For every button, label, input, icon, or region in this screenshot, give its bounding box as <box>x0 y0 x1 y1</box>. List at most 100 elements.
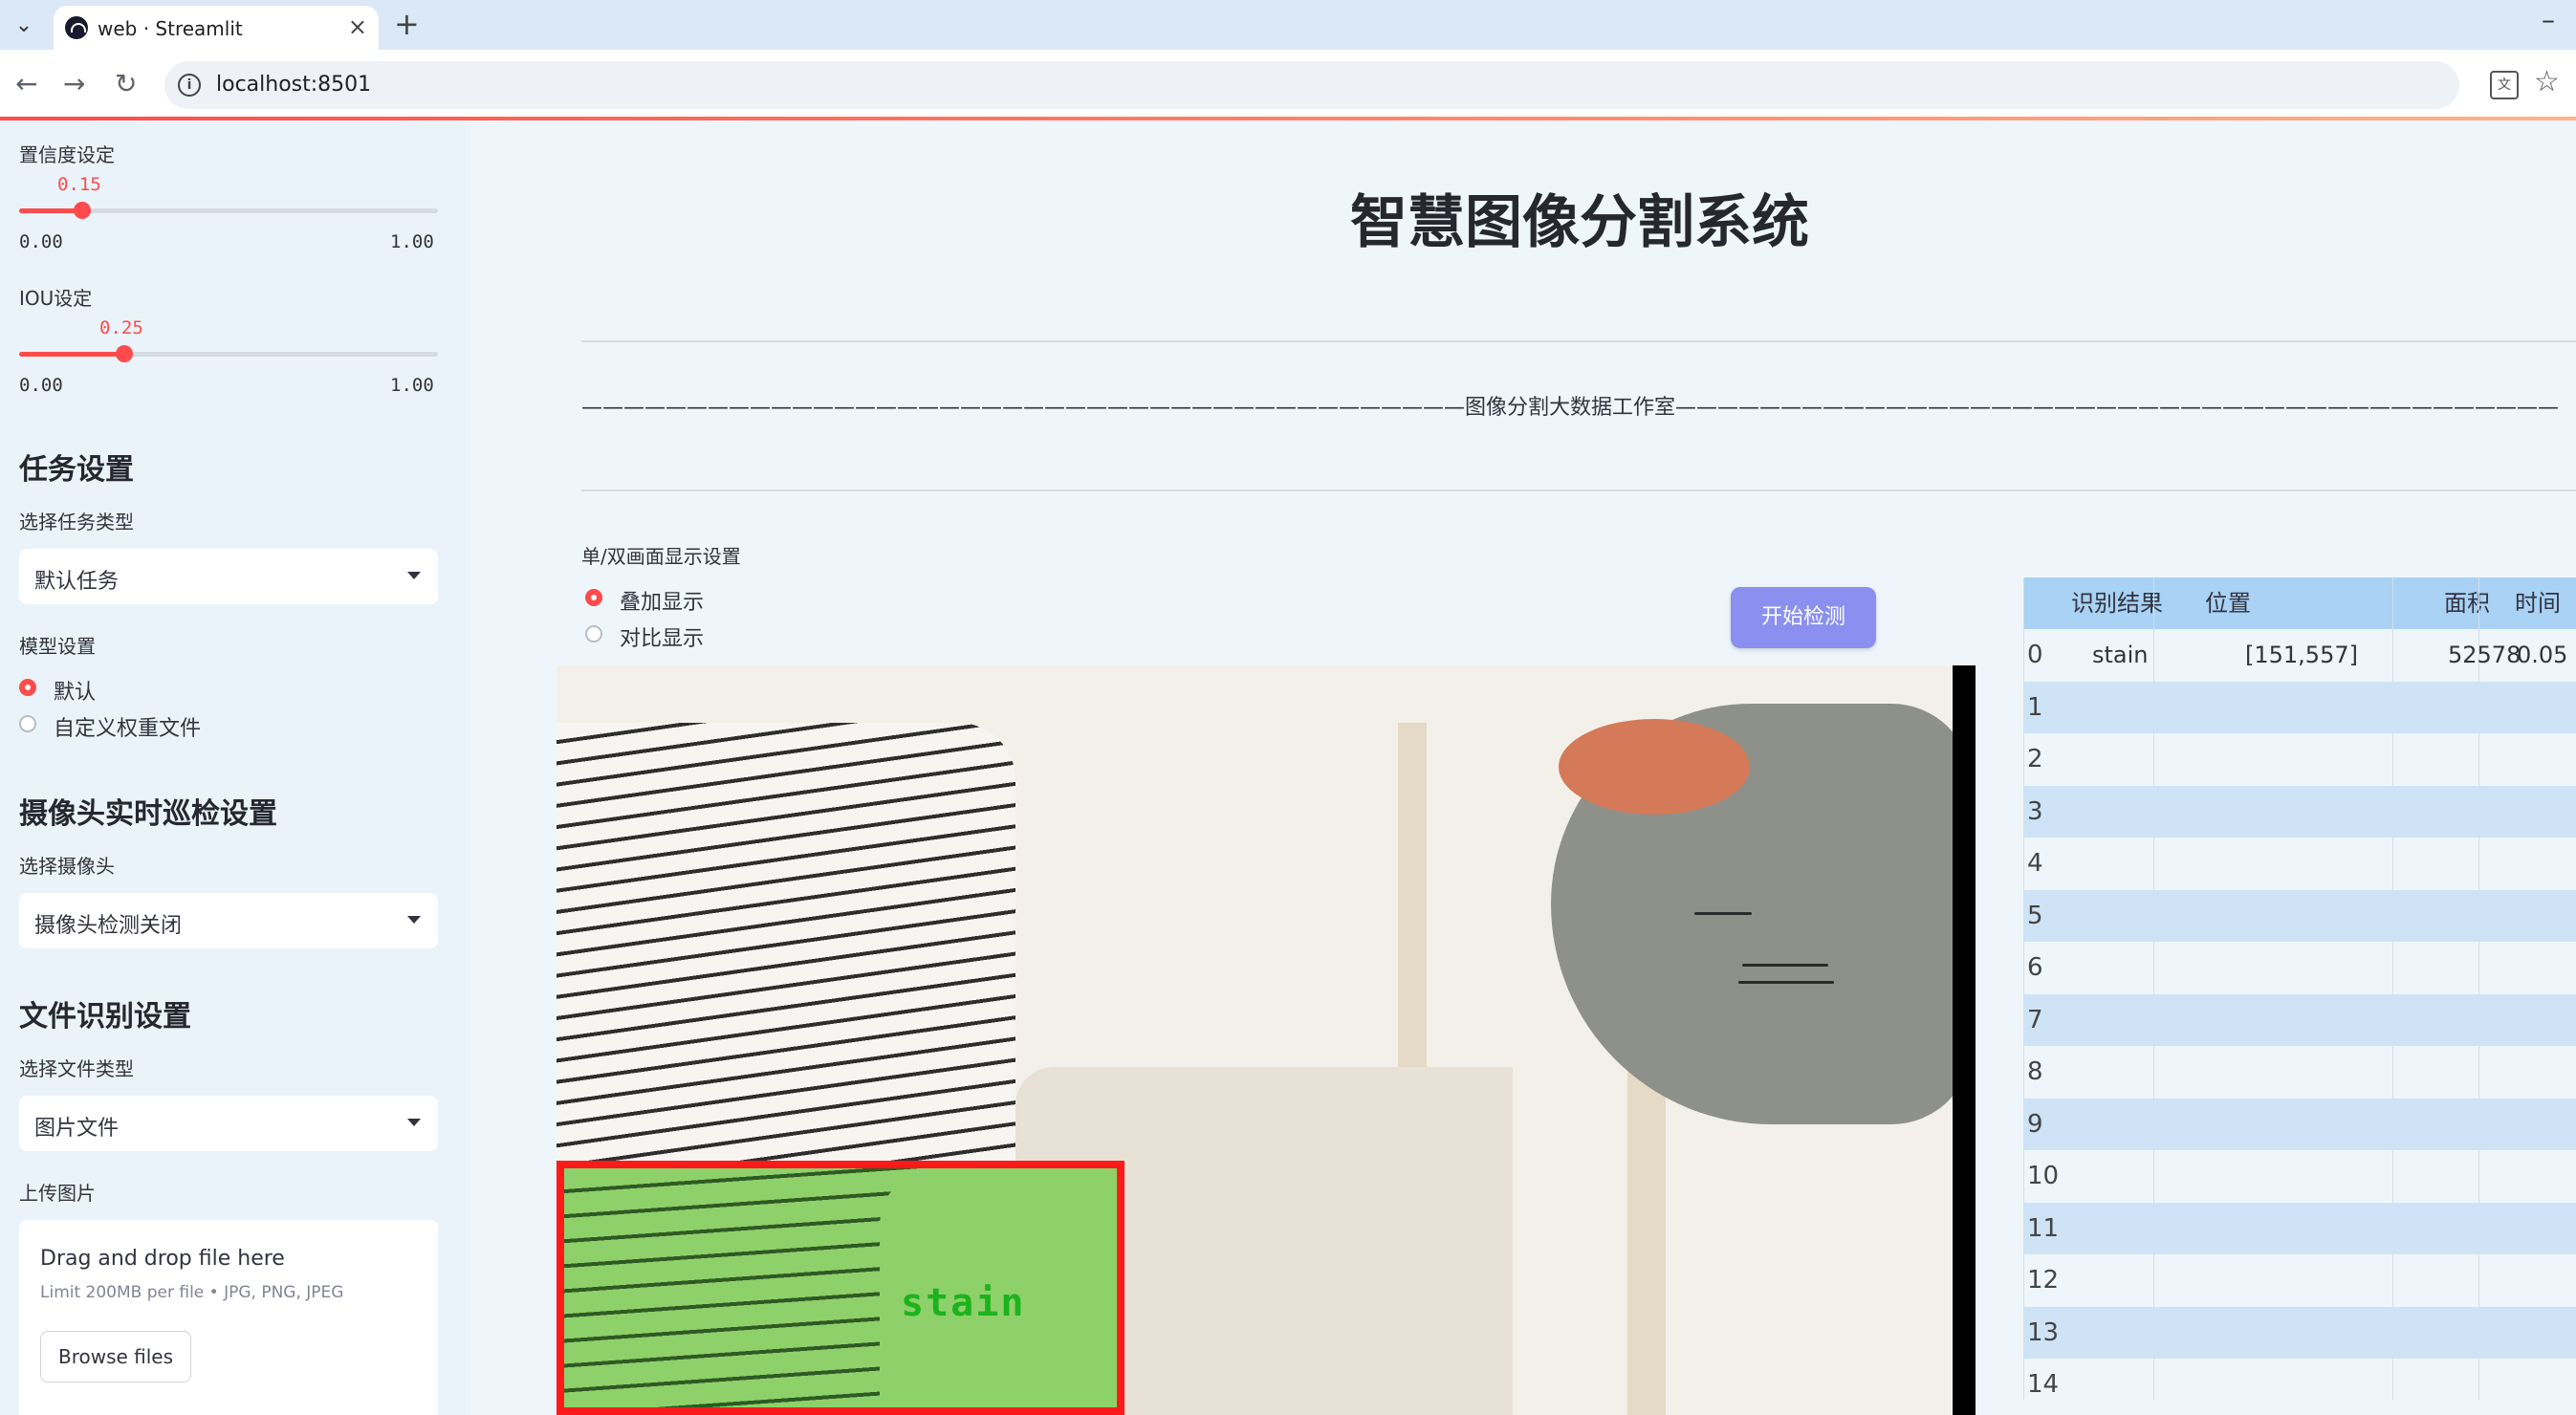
minimize-window-button[interactable]: – <box>2542 4 2555 35</box>
display-option-label: 叠加显示 <box>620 591 705 615</box>
row-index: 13 <box>2027 1317 2060 1347</box>
radio-selected-icon[interactable] <box>585 589 602 606</box>
confidence-slider-thumb[interactable] <box>73 202 91 219</box>
table-row[interactable]: 3 <box>2023 785 2576 838</box>
result-cell: stain <box>2092 642 2149 668</box>
chevron-down-icon <box>407 572 421 579</box>
chevron-down-icon <box>407 1119 421 1126</box>
radio-unselected-icon[interactable] <box>585 625 602 642</box>
tab-title: web · Streamlit <box>98 17 243 40</box>
row-index: 7 <box>2027 1005 2043 1034</box>
table-row[interactable]: 10 <box>2023 1150 2576 1202</box>
bookmark-star-icon[interactable]: ☆ <box>2534 65 2560 98</box>
model-settings-label: 模型设置 <box>19 635 96 658</box>
row-index: 2 <box>2027 745 2043 773</box>
forward-arrow-icon[interactable]: → <box>63 69 85 99</box>
row-index: 3 <box>2027 796 2043 826</box>
translate-icon[interactable]: 文 <box>2490 71 2519 99</box>
chevron-down-icon <box>407 916 421 924</box>
table-row[interactable]: 12 <box>2023 1254 2576 1306</box>
detection-box: stain <box>557 1161 1124 1415</box>
table-row[interactable]: 1 <box>2023 681 2576 733</box>
file-settings-heading: 文件识别设置 <box>19 1000 191 1034</box>
row-index: 0 <box>2027 641 2043 669</box>
table-row[interactable]: 0 stain [151,557] 52578 0.05 <box>2023 629 2576 681</box>
upload-label: 上传图片 <box>19 1182 96 1205</box>
iou-min: 0.00 <box>19 375 63 396</box>
detection-label: stain <box>901 1281 1026 1325</box>
file-dropzone[interactable]: Drag and drop file here Limit 200MB per … <box>19 1220 438 1415</box>
column-header[interactable]: 面积 <box>2444 577 2490 629</box>
camera-settings-heading: 摄像头实时巡检设置 <box>19 797 277 831</box>
task-settings-heading: 任务设置 <box>19 453 134 487</box>
task-type-label: 选择任务类型 <box>19 511 134 533</box>
url-text: localhost:8501 <box>216 73 372 97</box>
display-option-label: 对比显示 <box>620 627 705 651</box>
detection-result-image: stain <box>557 665 1976 1415</box>
new-tab-button[interactable]: + <box>394 6 420 42</box>
site-info-icon[interactable]: i <box>178 74 201 97</box>
browser-tab[interactable]: web · Streamlit × <box>54 6 379 50</box>
row-index: 8 <box>2027 1057 2043 1086</box>
row-index: 4 <box>2027 849 2043 878</box>
table-row[interactable]: 14 <box>2023 1359 2576 1410</box>
table-row[interactable]: 8 <box>2023 1046 2576 1098</box>
page-title: 智慧图像分割系统 <box>1350 189 1809 256</box>
row-index: 11 <box>2027 1213 2060 1243</box>
divider <box>581 340 2576 342</box>
table-row[interactable]: 6 <box>2023 942 2576 993</box>
browser-tab-bar: ⌄ web · Streamlit × + – <box>0 0 2576 50</box>
iou-slider-thumb[interactable] <box>115 345 133 362</box>
streamlit-favicon-icon <box>65 16 88 39</box>
camera-selected: 摄像头检测关闭 <box>34 914 183 938</box>
studio-banner: ————————————————————————————————————————… <box>581 396 2560 420</box>
table-row[interactable]: 9 <box>2023 1098 2576 1150</box>
reload-icon[interactable]: ↻ <box>115 69 137 99</box>
tab-list-chevron-icon[interactable]: ⌄ <box>10 11 38 40</box>
row-index: 9 <box>2027 1109 2043 1139</box>
column-header[interactable]: 位置 <box>2205 577 2251 629</box>
file-type-selected: 图片文件 <box>34 1117 120 1141</box>
table-row[interactable]: 2 <box>2023 733 2576 785</box>
row-index: 1 <box>2027 692 2043 722</box>
area-cell: 52578 <box>2448 642 2521 668</box>
task-type-select[interactable]: 默认任务 <box>19 549 438 604</box>
cat-print-whisker <box>1738 981 1834 984</box>
iou-value: 0.25 <box>99 317 143 338</box>
camera-select[interactable]: 摄像头检测关闭 <box>19 893 438 948</box>
browse-files-button[interactable]: Browse files <box>40 1331 191 1382</box>
table-row[interactable]: 11 <box>2023 1202 2576 1254</box>
confidence-slider[interactable] <box>19 202 438 219</box>
dropzone-limit: Limit 200MB per file • JPG, PNG, JPEG <box>40 1283 344 1302</box>
position-cell: [151,557] <box>2245 642 2358 668</box>
cat-print-whisker <box>1742 964 1828 967</box>
column-header[interactable]: 时间 <box>2515 577 2561 629</box>
confidence-slider-fill <box>19 208 82 213</box>
back-arrow-icon[interactable]: ← <box>15 69 37 99</box>
cat-print-eye <box>1694 912 1752 915</box>
table-row[interactable]: 13 <box>2023 1306 2576 1359</box>
image-border <box>1953 665 1976 1415</box>
main-content: 智慧图像分割系统 ———————————————————————————————… <box>470 120 2576 1415</box>
file-type-select[interactable]: 图片文件 <box>19 1096 438 1151</box>
table-row[interactable]: 4 <box>2023 838 2576 889</box>
radio-selected-icon[interactable] <box>19 679 36 696</box>
table-header: 识别结果 位置 面积 时间 <box>2023 577 2576 629</box>
task-type-selected: 默认任务 <box>34 570 120 594</box>
table-row[interactable]: 5 <box>2023 889 2576 942</box>
iou-label: IOU设定 <box>19 287 93 310</box>
start-detection-button[interactable]: 开始检测 <box>1731 587 1876 648</box>
url-field[interactable]: i localhost:8501 <box>164 61 2459 109</box>
close-tab-icon[interactable]: × <box>348 13 367 40</box>
table-row[interactable]: 7 <box>2023 993 2576 1046</box>
row-index: 6 <box>2027 953 2043 982</box>
confidence-max: 1.00 <box>390 231 434 252</box>
iou-max: 1.00 <box>390 375 434 396</box>
confidence-min: 0.00 <box>19 231 63 252</box>
confidence-label: 置信度设定 <box>19 143 115 166</box>
radio-unselected-icon[interactable] <box>19 715 36 732</box>
time-cell: 0.05 <box>2517 642 2568 668</box>
iou-slider[interactable] <box>19 345 438 362</box>
row-index: 12 <box>2027 1266 2060 1295</box>
column-header[interactable]: 识别结果 <box>2071 577 2163 629</box>
